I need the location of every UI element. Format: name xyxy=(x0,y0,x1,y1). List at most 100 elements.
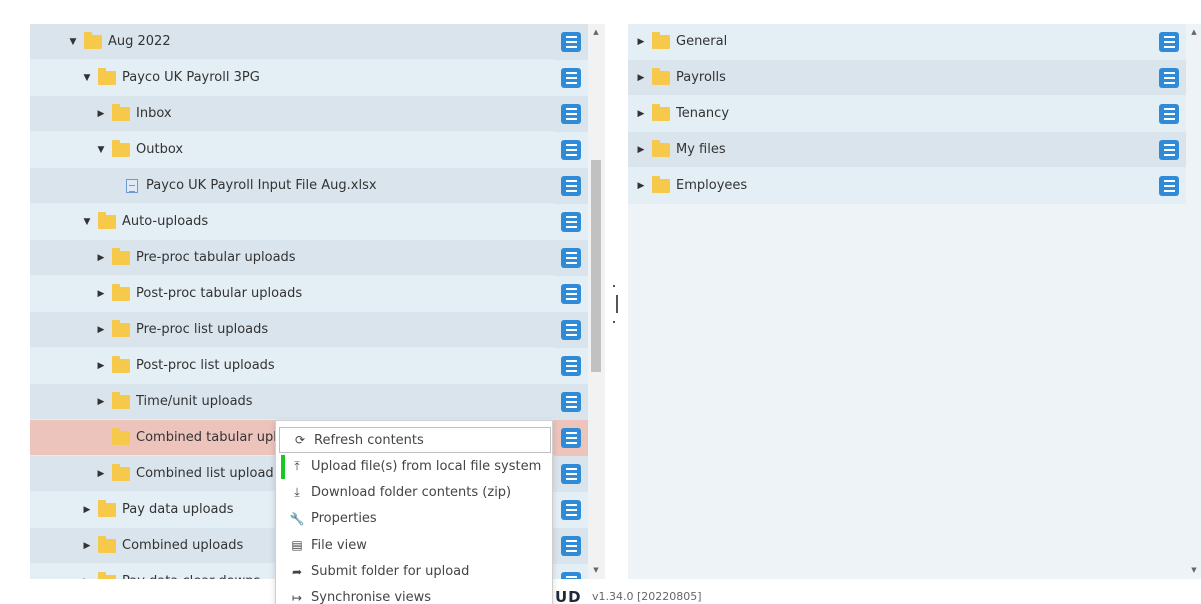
left-scrollbar-thumb[interactable] xyxy=(591,160,601,372)
caret-right-icon[interactable]: ▶ xyxy=(94,253,108,263)
splitter-dot xyxy=(613,321,615,323)
right-scroll-up-icon[interactable]: ▲ xyxy=(1187,28,1201,36)
left_tree-row-label[interactable]: Outbox xyxy=(136,142,183,157)
caret-right-icon[interactable]: ▶ xyxy=(80,577,94,580)
right_tree-row[interactable]: ▶ Tenancy xyxy=(628,96,1186,132)
left_tree-row[interactable]: ▶ Post-proc tabular uploads xyxy=(30,276,588,312)
caret-right-icon[interactable]: ▶ xyxy=(94,325,108,335)
left_tree-row-label[interactable]: Combined list upload xyxy=(136,466,274,481)
caret-right-icon[interactable]: ▶ xyxy=(634,37,648,47)
row-menu-icon[interactable] xyxy=(561,68,581,88)
context-menu-item[interactable]: ⤓ Download folder contents (zip) xyxy=(277,480,551,506)
row-menu-icon[interactable] xyxy=(561,176,581,196)
caret-right-icon[interactable]: ▶ xyxy=(94,289,108,299)
right_tree-row-label[interactable]: Payrolls xyxy=(676,70,726,85)
caret-right-icon[interactable]: ▶ xyxy=(634,73,648,83)
row-menu-icon[interactable] xyxy=(1159,32,1179,52)
right_tree-row[interactable]: ▶ My files xyxy=(628,132,1186,168)
caret-down-icon[interactable]: ▼ xyxy=(80,217,94,227)
left_tree-row[interactable]: ▶ Time/unit uploads xyxy=(30,384,588,420)
context-menu-item[interactable]: ⤒ Upload file(s) from local file system xyxy=(277,453,551,479)
left_tree-row-label[interactable]: Combined uploads xyxy=(122,538,243,553)
context-menu-item[interactable]: ↦ Synchronise views xyxy=(277,585,551,604)
caret-down-icon[interactable]: ▼ xyxy=(66,37,80,47)
row-menu-icon[interactable] xyxy=(561,572,581,579)
left_tree-row-label[interactable]: Inbox xyxy=(136,106,172,121)
caret-right-icon[interactable]: ▶ xyxy=(80,505,94,515)
left_tree-row[interactable]: ▼ Auto-uploads xyxy=(30,204,588,240)
right_tree-row-label[interactable]: General xyxy=(676,34,727,49)
right_tree-row-label[interactable]: My files xyxy=(676,142,726,157)
left-scroll-down-icon[interactable]: ▼ xyxy=(589,566,603,574)
caret-right-icon[interactable]: ▶ xyxy=(94,109,108,119)
left_tree-row-label[interactable]: Pre-proc list uploads xyxy=(136,322,268,337)
splitter-handle[interactable] xyxy=(616,295,618,313)
menu-line xyxy=(565,257,577,259)
left_tree-row[interactable]: ▼ Aug 2022 xyxy=(30,24,588,60)
left_tree-row-label[interactable]: Pre-proc tabular uploads xyxy=(136,250,296,265)
left_tree-row-label[interactable]: Auto-uploads xyxy=(122,214,208,229)
folder-icon xyxy=(112,427,130,445)
left_tree-row[interactable]: ▶ Inbox xyxy=(30,96,588,132)
left_tree-row-label[interactable]: Payco UK Payroll 3PG xyxy=(122,70,260,85)
caret-right-icon[interactable]: ▶ xyxy=(634,109,648,119)
left_tree-row[interactable]: ▼ Payco UK Payroll 3PG xyxy=(30,60,588,96)
context-menu-item[interactable]: ▤ File view xyxy=(277,532,551,558)
right_tree-row-label[interactable]: Employees xyxy=(676,178,747,193)
row-menu-icon[interactable] xyxy=(561,536,581,556)
left_tree-row-label[interactable]: Time/unit uploads xyxy=(136,394,253,409)
row-menu-icon[interactable] xyxy=(561,32,581,52)
caret-down-icon[interactable]: ▼ xyxy=(94,145,108,155)
left-scroll-up-icon[interactable]: ▲ xyxy=(589,28,603,36)
menu-line xyxy=(565,406,577,408)
left_tree-row[interactable]: ▶ Pre-proc list uploads xyxy=(30,312,588,348)
row-menu-icon[interactable] xyxy=(1159,140,1179,160)
row-menu-icon[interactable] xyxy=(561,356,581,376)
row-menu-icon[interactable] xyxy=(1159,104,1179,124)
caret-right-icon[interactable]: ▶ xyxy=(634,145,648,155)
right-folder-tree[interactable]: ▶ General ▶ Payrolls ▶ Tenancy ▶ My files ▶ Emplo… xyxy=(628,24,1201,579)
folder-icon xyxy=(112,463,130,481)
pane-splitter[interactable] xyxy=(612,285,618,325)
caret-down-icon[interactable]: ▼ xyxy=(80,73,94,83)
row-menu-icon[interactable] xyxy=(561,104,581,124)
left_tree-row-label[interactable]: Post-proc list uploads xyxy=(136,358,275,373)
left_tree-row-label[interactable]: Aug 2022 xyxy=(108,34,171,49)
right_tree-row-label[interactable]: Tenancy xyxy=(676,106,729,121)
context-menu-item[interactable]: ➦ Submit folder for upload xyxy=(277,559,551,585)
menu-line xyxy=(565,144,577,146)
caret-right-icon[interactable]: ▶ xyxy=(634,181,648,191)
left_tree-row-label[interactable]: Combined tabular upl xyxy=(136,430,277,445)
right_tree-row[interactable]: ▶ Payrolls xyxy=(628,60,1186,96)
row-menu-icon[interactable] xyxy=(561,464,581,484)
left_tree-row-label[interactable]: Post-proc tabular uploads xyxy=(136,286,302,301)
menu-line xyxy=(1163,144,1175,146)
left_tree-row-label[interactable]: Pay data clear-downs xyxy=(122,574,260,579)
caret-right-icon[interactable]: ▶ xyxy=(94,361,108,371)
left_tree-row[interactable]: Payco UK Payroll Input File Aug.xlsx xyxy=(30,168,588,204)
caret-right-icon[interactable]: ▶ xyxy=(94,469,108,479)
context-menu-item[interactable]: 🔧 Properties xyxy=(277,506,551,532)
right_tree-row[interactable]: ▶ General xyxy=(628,24,1186,60)
row-menu-icon[interactable] xyxy=(561,212,581,232)
row-menu-icon[interactable] xyxy=(561,320,581,340)
left_tree-row[interactable]: ▶ Pre-proc tabular uploads xyxy=(30,240,588,276)
row-menu-icon[interactable] xyxy=(561,500,581,520)
caret-right-icon[interactable]: ▶ xyxy=(94,397,108,407)
row-menu-icon[interactable] xyxy=(561,140,581,160)
left_tree-row[interactable]: ▶ Post-proc list uploads xyxy=(30,348,588,384)
row-menu-icon[interactable] xyxy=(1159,68,1179,88)
right-scroll-down-icon[interactable]: ▼ xyxy=(1187,566,1201,574)
left_tree-row-label[interactable]: Payco UK Payroll Input File Aug.xlsx xyxy=(146,178,377,193)
row-menu-icon[interactable] xyxy=(561,248,581,268)
left_tree-row[interactable]: ▼ Outbox xyxy=(30,132,588,168)
row-menu-icon[interactable] xyxy=(1159,176,1179,196)
row-menu-icon[interactable] xyxy=(561,392,581,412)
row-menu-icon[interactable] xyxy=(561,428,581,448)
left_tree-row-label[interactable]: Pay data uploads xyxy=(122,502,234,517)
row-menu-icon[interactable] xyxy=(561,284,581,304)
right_tree-row[interactable]: ▶ Employees xyxy=(628,168,1186,204)
caret-right-icon[interactable]: ▶ xyxy=(80,541,94,551)
context-menu-item[interactable]: ⟳ Refresh contents xyxy=(279,427,551,453)
folder-icon xyxy=(652,175,670,193)
